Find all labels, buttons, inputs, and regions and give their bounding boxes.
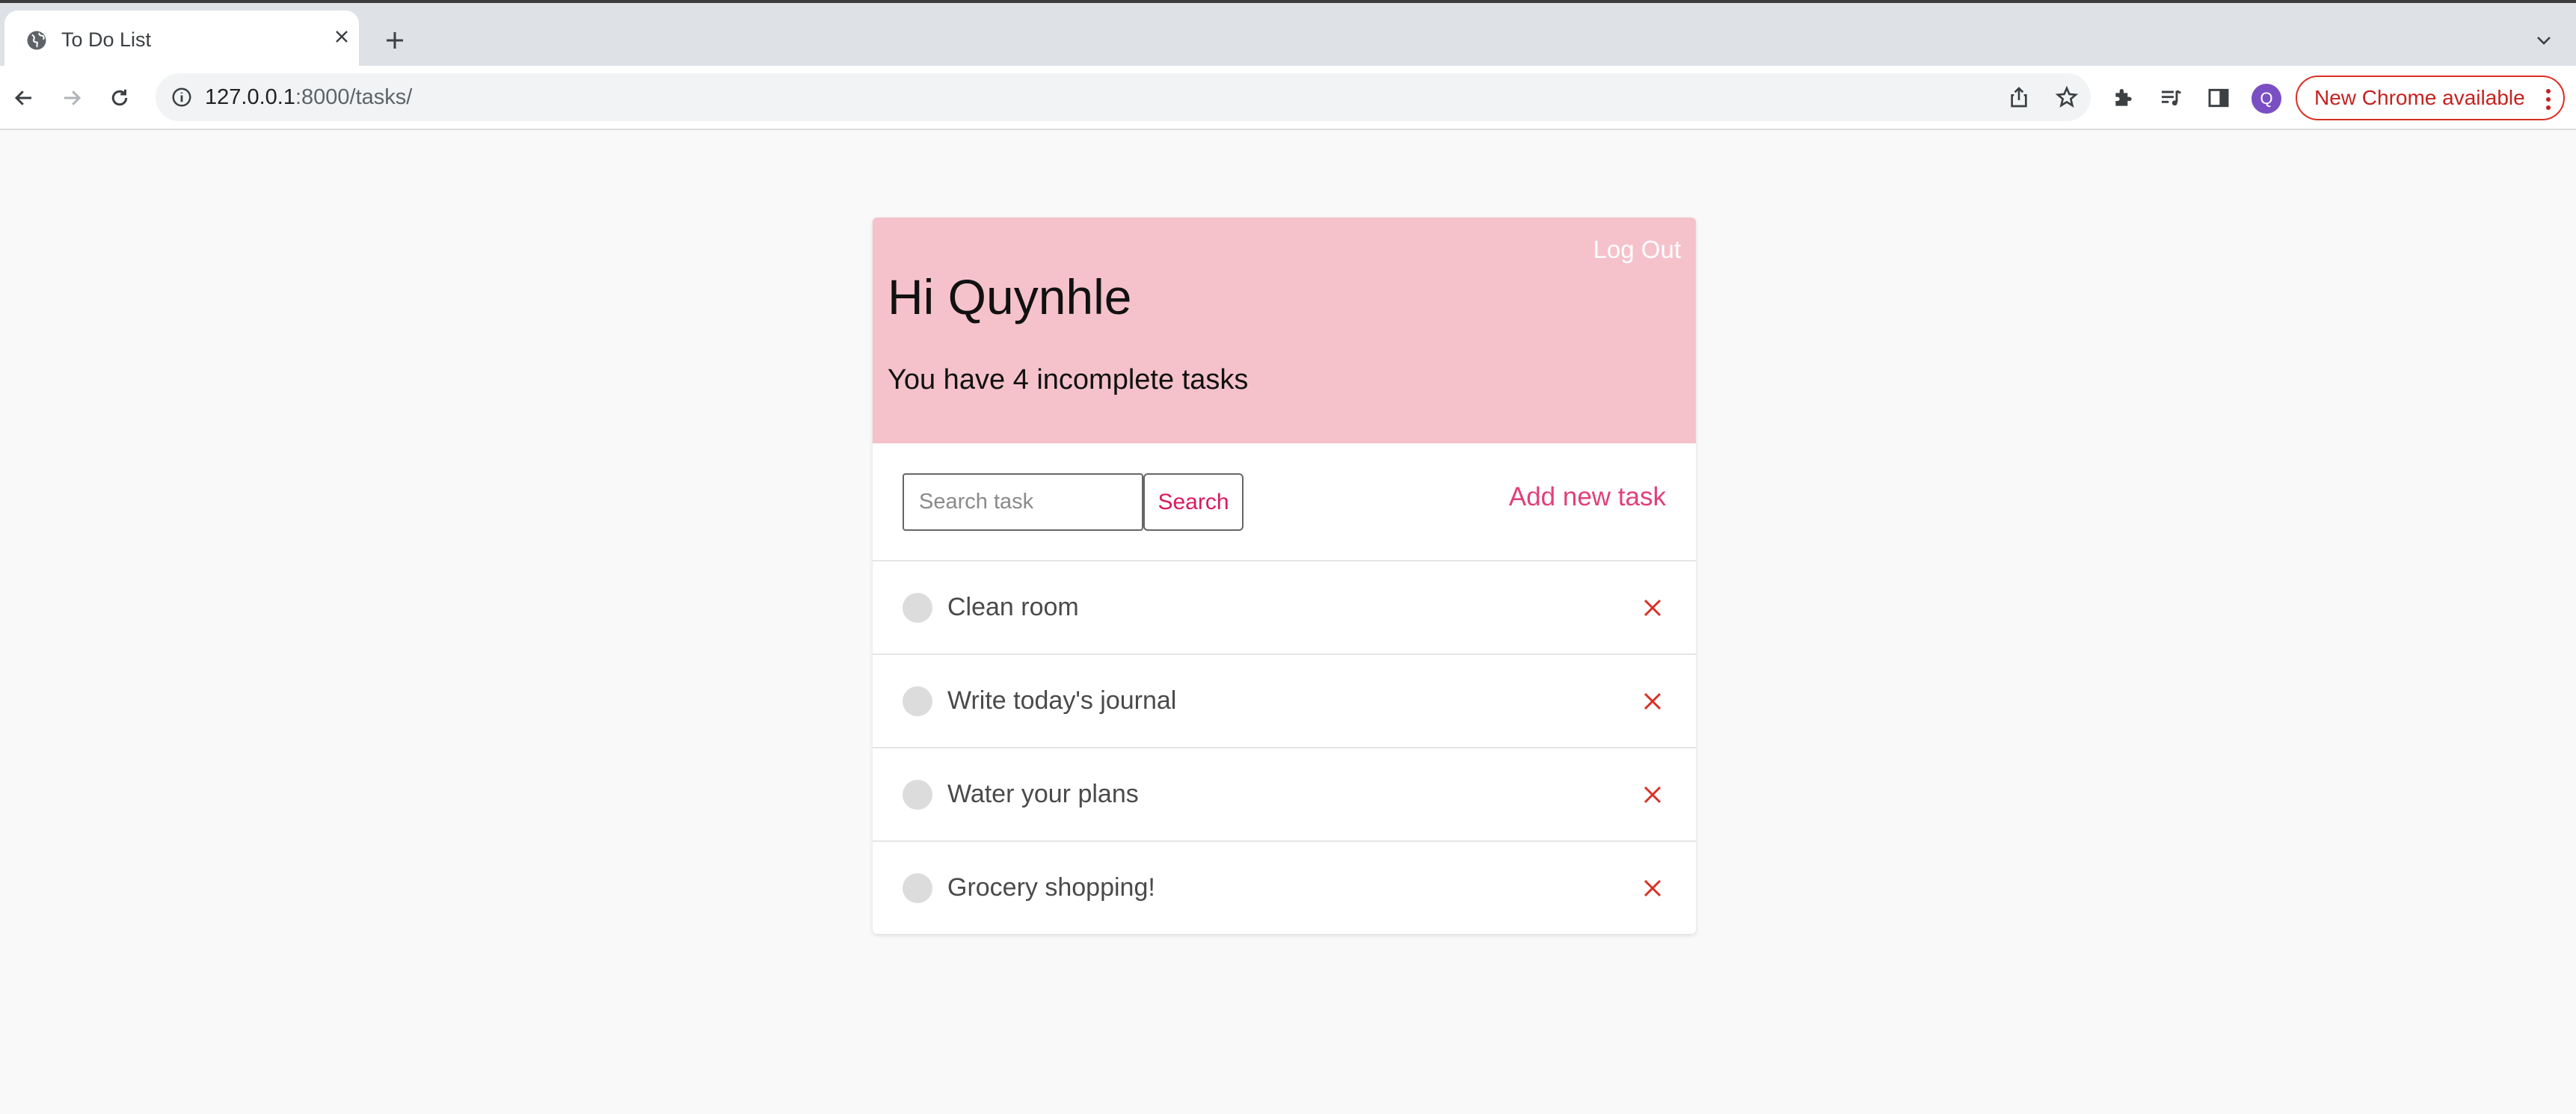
close-icon[interactable] (331, 25, 353, 48)
task-title[interactable]: Write today's journal (947, 686, 1176, 716)
delete-icon[interactable] (1638, 873, 1667, 903)
task-title[interactable]: Clean room (947, 593, 1079, 622)
add-task-link[interactable]: Add new task (1509, 482, 1666, 512)
profile-avatar[interactable]: Q (2251, 84, 2281, 114)
info-icon[interactable] (170, 86, 193, 108)
reload-icon[interactable] (103, 81, 136, 114)
side-panel-icon[interactable] (2204, 84, 2233, 112)
task-complete-toggle[interactable] (903, 593, 932, 623)
url-path: :8000/tasks/ (295, 85, 413, 109)
greeting-heading: Hi Quynhle (888, 269, 1132, 324)
extensions-icon[interactable] (2109, 84, 2138, 112)
task-title[interactable]: Grocery shopping! (947, 873, 1155, 902)
task-row[interactable]: Grocery shopping! (873, 842, 1696, 934)
url-text: 127.0.0.1:8000/tasks/ (205, 85, 412, 110)
card-header: Log Out Hi Quynhle You have 4 incomplete… (873, 218, 1696, 443)
task-list: Clean room Write today's journal Water y… (873, 561, 1696, 934)
back-arrow-icon[interactable] (7, 81, 40, 114)
task-row[interactable]: Clean room (873, 561, 1696, 655)
tab-title: To Do List (61, 28, 152, 51)
browser-toolbar: 127.0.0.1:8000/tasks/ Q New Chrome avail… (0, 66, 2576, 130)
kebab-menu-icon[interactable] (2545, 88, 2551, 111)
task-complete-toggle[interactable] (903, 873, 932, 903)
todo-card: Log Out Hi Quynhle You have 4 incomplete… (873, 218, 1696, 934)
logout-link[interactable]: Log Out (1593, 236, 1681, 264)
task-complete-toggle[interactable] (903, 686, 932, 716)
delete-icon[interactable] (1638, 593, 1667, 623)
address-bar[interactable]: 127.0.0.1:8000/tasks/ (156, 73, 2091, 121)
search-row: Search Add new task (873, 443, 1696, 561)
search-button[interactable]: Search (1143, 473, 1244, 531)
incomplete-count-text: You have 4 incomplete tasks (888, 364, 1249, 396)
forward-arrow-icon[interactable] (55, 81, 88, 114)
update-label: New Chrome available (2314, 86, 2525, 109)
chevron-down-icon[interactable] (2529, 25, 2559, 55)
task-complete-toggle[interactable] (903, 780, 932, 810)
search-input[interactable] (903, 473, 1143, 531)
task-title[interactable]: Water your plans (947, 780, 1139, 809)
share-icon[interactable] (2007, 85, 2031, 109)
delete-icon[interactable] (1638, 780, 1667, 810)
delete-icon[interactable] (1638, 686, 1667, 716)
browser-tab[interactable]: To Do List (4, 10, 359, 66)
media-queue-icon[interactable] (2157, 84, 2185, 112)
task-row[interactable]: Write today's journal (873, 655, 1696, 748)
task-row[interactable]: Water your plans (873, 748, 1696, 842)
globe-icon (27, 31, 46, 50)
chrome-update-button[interactable]: New Chrome available (2296, 76, 2565, 120)
url-host: 127.0.0.1 (205, 85, 295, 109)
plus-icon[interactable] (380, 25, 410, 55)
star-icon[interactable] (2055, 85, 2079, 109)
tab-strip: To Do List (0, 3, 2576, 66)
